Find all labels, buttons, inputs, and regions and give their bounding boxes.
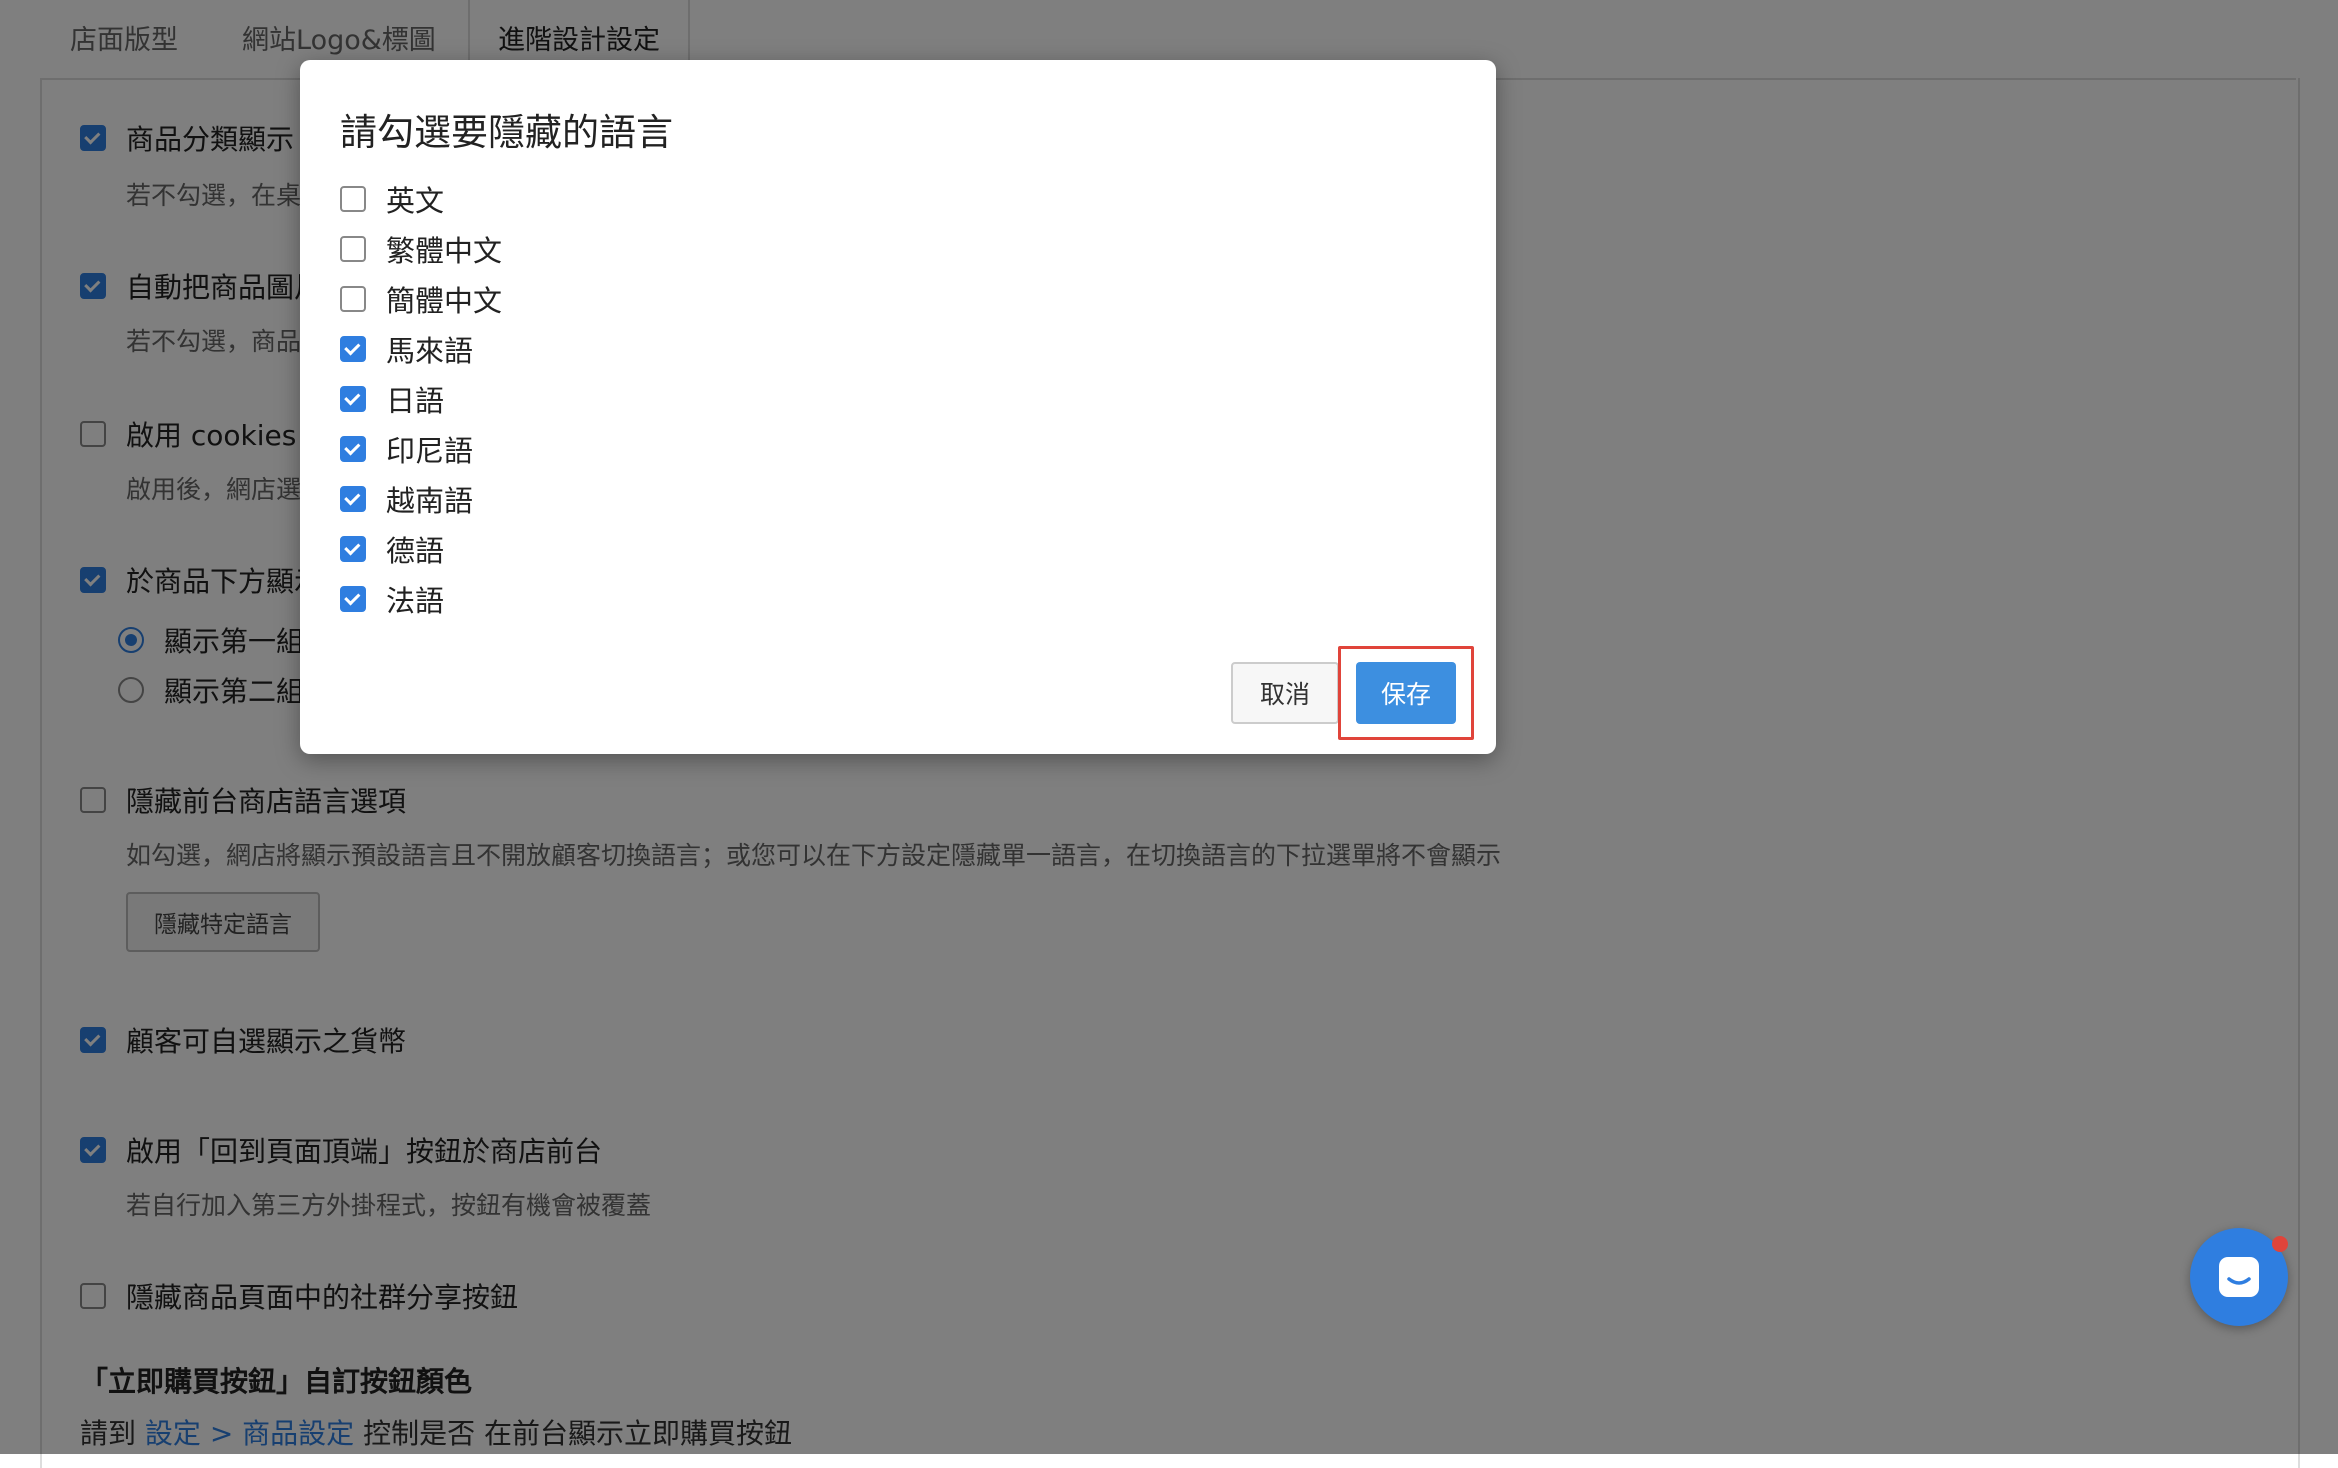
lang-label: 繁體中文 xyxy=(386,234,503,268)
lang-option-indonesian[interactable]: 印尼語 xyxy=(340,428,473,470)
chat-icon xyxy=(2219,1257,2259,1297)
lang-label: 簡體中文 xyxy=(386,284,503,318)
lang-option-english[interactable]: 英文 xyxy=(340,178,444,220)
lang-label: 英文 xyxy=(386,184,445,218)
lang-label: 馬來語 xyxy=(386,334,474,368)
lang-checkbox-simplified-chinese[interactable] xyxy=(340,286,366,312)
hide-language-modal: 請勾選要隱藏的語言 英文 繁體中文 簡體中文 馬來語 日語 印尼語 越南語 德語… xyxy=(300,60,1496,754)
lang-checkbox-indonesian[interactable] xyxy=(340,436,366,462)
save-highlight-box xyxy=(1338,646,1474,740)
lang-checkbox-french[interactable] xyxy=(340,586,366,612)
lang-checkbox-english[interactable] xyxy=(340,186,366,212)
lang-label: 越南語 xyxy=(386,484,474,518)
chat-notification-dot xyxy=(2272,1236,2288,1252)
lang-checkbox-german[interactable] xyxy=(340,536,366,562)
lang-label: 德語 xyxy=(386,534,445,568)
lang-label: 印尼語 xyxy=(386,434,474,468)
cancel-button[interactable]: 取消 xyxy=(1231,662,1339,724)
lang-option-japanese[interactable]: 日語 xyxy=(340,378,444,420)
lang-option-vietnamese[interactable]: 越南語 xyxy=(340,478,473,520)
lang-checkbox-malay[interactable] xyxy=(340,336,366,362)
lang-option-malay[interactable]: 馬來語 xyxy=(340,328,473,370)
lang-option-french[interactable]: 法語 xyxy=(340,578,444,620)
lang-option-traditional-chinese[interactable]: 繁體中文 xyxy=(340,228,502,270)
lang-option-simplified-chinese[interactable]: 簡體中文 xyxy=(340,278,502,320)
lang-label: 法語 xyxy=(386,584,445,618)
modal-title: 請勾選要隱藏的語言 xyxy=(340,111,673,154)
lang-checkbox-vietnamese[interactable] xyxy=(340,486,366,512)
lang-checkbox-traditional-chinese[interactable] xyxy=(340,236,366,262)
lang-option-german[interactable]: 德語 xyxy=(340,528,444,570)
lang-checkbox-japanese[interactable] xyxy=(340,386,366,412)
lang-label: 日語 xyxy=(386,384,445,418)
